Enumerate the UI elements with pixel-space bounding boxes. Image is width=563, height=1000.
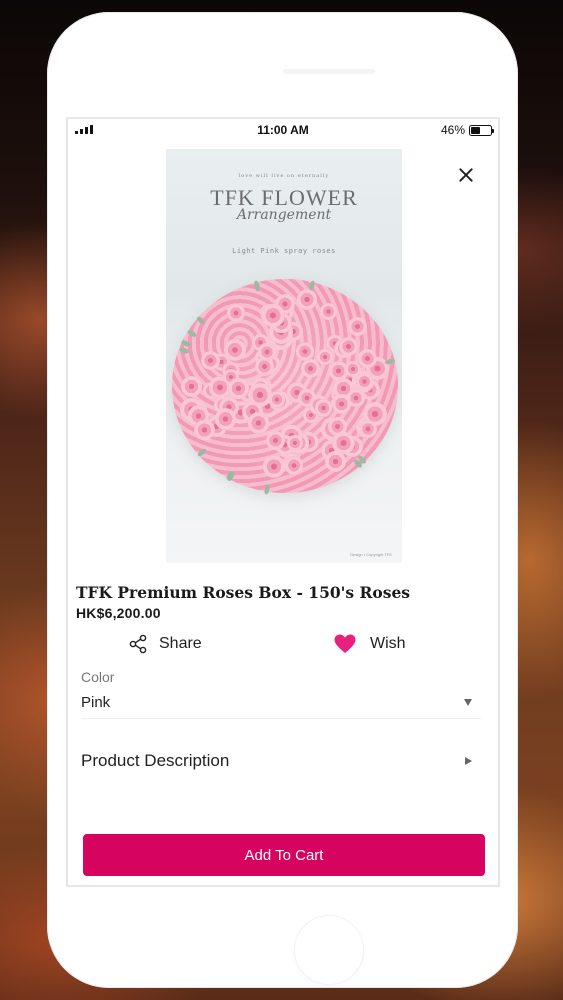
product-price: HK$6,200.00 bbox=[76, 605, 161, 621]
share-label: Share bbox=[159, 635, 202, 652]
leaf bbox=[308, 280, 316, 292]
color-selected-value: Pink bbox=[81, 694, 111, 711]
product-image: love will live on eternally TFK FLOWER A… bbox=[166, 149, 402, 563]
rose bbox=[320, 302, 338, 320]
rose bbox=[355, 372, 373, 391]
rose bbox=[200, 350, 221, 371]
rose bbox=[268, 391, 286, 408]
rose bbox=[247, 412, 270, 434]
rose bbox=[258, 342, 276, 361]
rose bbox=[338, 336, 359, 357]
rose bbox=[180, 375, 203, 398]
product-description-label: Product Description bbox=[81, 751, 230, 770]
status-time: 11:00 AM bbox=[257, 123, 309, 137]
image-tagline: love will live on eternally bbox=[238, 173, 330, 179]
rose bbox=[358, 420, 377, 438]
heart-icon bbox=[334, 634, 356, 653]
rose bbox=[260, 303, 285, 328]
phone-speaker bbox=[283, 69, 375, 74]
battery-fill bbox=[471, 126, 480, 134]
rose bbox=[224, 339, 247, 362]
home-button[interactable] bbox=[295, 916, 363, 984]
rose bbox=[316, 348, 334, 366]
leaf bbox=[178, 346, 190, 355]
battery-status: 46% bbox=[440, 123, 494, 137]
rose-bouquet bbox=[172, 279, 398, 495]
rose bbox=[284, 456, 304, 475]
add-to-cart-button[interactable]: Add To Cart bbox=[83, 834, 485, 876]
leaf bbox=[195, 315, 207, 326]
leaf bbox=[196, 447, 208, 458]
rose bbox=[346, 389, 365, 408]
color-select[interactable]: Pink bbox=[81, 691, 481, 719]
share-button[interactable]: Share bbox=[128, 631, 202, 657]
battery-percent: 46% bbox=[440, 123, 465, 137]
product-title: TFK Premium Roses Box - 150's Roses bbox=[76, 583, 411, 602]
image-script: Arrangement bbox=[236, 207, 332, 223]
battery-icon bbox=[469, 124, 494, 136]
rose bbox=[325, 450, 347, 472]
rose bbox=[214, 408, 237, 430]
app-screen: 11:00 AM 46% love will live on eternally… bbox=[66, 117, 500, 887]
rose bbox=[266, 431, 285, 450]
rose bbox=[227, 377, 249, 399]
rose bbox=[301, 358, 321, 378]
leaf bbox=[384, 358, 396, 366]
rose bbox=[296, 289, 317, 310]
image-credit: Design • Copyright TFK bbox=[350, 552, 392, 557]
product-description-row[interactable]: Product Description bbox=[81, 745, 481, 777]
status-bar: 11:00 AM 46% bbox=[68, 119, 498, 141]
rose bbox=[315, 399, 333, 417]
close-icon[interactable] bbox=[454, 163, 478, 187]
rose bbox=[194, 419, 215, 441]
color-label: Color bbox=[81, 669, 115, 685]
share-icon bbox=[129, 634, 147, 654]
rose bbox=[227, 303, 246, 322]
rose bbox=[262, 455, 286, 479]
leaf bbox=[186, 328, 198, 339]
dropdown-arrow-icon bbox=[464, 699, 472, 706]
rose bbox=[347, 317, 367, 337]
leaf bbox=[263, 483, 271, 495]
image-caption: Light Pink spray roses bbox=[232, 247, 336, 255]
chevron-right-icon bbox=[465, 757, 472, 765]
wish-button[interactable]: Wish bbox=[334, 631, 406, 657]
wish-label: Wish bbox=[370, 635, 406, 652]
